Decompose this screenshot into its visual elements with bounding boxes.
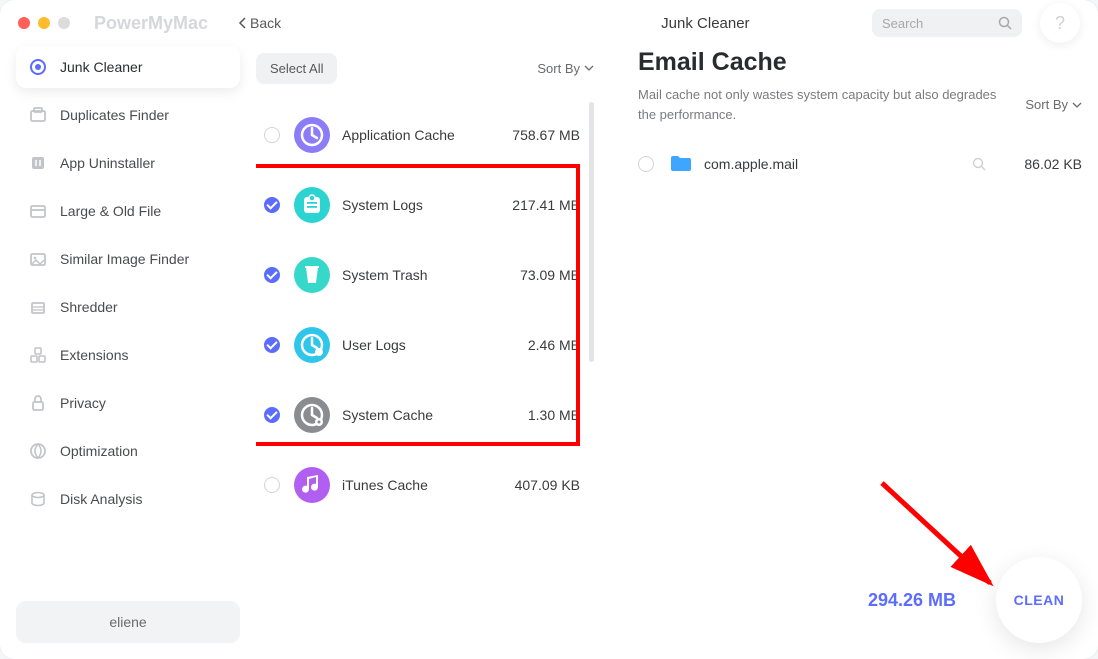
reveal-icon[interactable]: [972, 157, 986, 171]
category-panel: Select All Sort By Application Cache758.…: [240, 46, 594, 643]
clean-button[interactable]: CLEAN: [996, 557, 1082, 643]
category-size: 217.41 MB: [512, 197, 580, 213]
category-row[interactable]: System Cache1.30 MB: [256, 380, 594, 450]
chevron-down-icon: [1072, 102, 1082, 108]
sidebar-icon: [28, 57, 48, 77]
category-row[interactable]: User Logs2.46 MB: [256, 310, 594, 380]
sidebar-item-label: App Uninstaller: [60, 155, 155, 171]
category-row[interactable]: System Trash73.09 MB: [256, 240, 594, 310]
category-icon: [294, 187, 330, 223]
select-all-button[interactable]: Select All: [256, 53, 337, 84]
sidebar-item-label: Optimization: [60, 443, 138, 459]
category-size: 2.46 MB: [528, 337, 580, 353]
sidebar-item-duplicates-finder[interactable]: Duplicates Finder: [16, 94, 240, 136]
sidebar-icon: [28, 441, 48, 461]
sidebar-item-similar-image-finder[interactable]: Similar Image Finder: [16, 238, 240, 280]
category-icon: [294, 467, 330, 503]
sidebar-item-label: Disk Analysis: [60, 491, 142, 507]
search-icon: [998, 16, 1012, 30]
sidebar-item-optimization[interactable]: Optimization: [16, 430, 240, 472]
sidebar-icon: [28, 201, 48, 221]
category-size: 73.09 MB: [520, 267, 580, 283]
sidebar-user[interactable]: eliene: [16, 601, 240, 643]
category-icon: [294, 327, 330, 363]
checkbox[interactable]: [264, 267, 280, 283]
minimize-window-button[interactable]: [38, 17, 50, 29]
sidebar-item-label: Large & Old File: [60, 203, 161, 219]
sidebar-item-label: Duplicates Finder: [60, 107, 169, 123]
category-name: iTunes Cache: [342, 477, 515, 493]
sidebar-icon: [28, 105, 48, 125]
checkbox[interactable]: [264, 477, 280, 493]
sidebar-item-large-old-file[interactable]: Large & Old File: [16, 190, 240, 232]
category-icon: [294, 257, 330, 293]
category-name: System Logs: [342, 197, 512, 213]
checkbox[interactable]: [264, 197, 280, 213]
sidebar-icon: [28, 345, 48, 365]
category-size: 1.30 MB: [528, 407, 580, 423]
titlebar: PowerMyMac Back Junk Cleaner Search ?: [0, 0, 1098, 46]
category-row[interactable]: iTunes Cache407.09 KB: [256, 450, 594, 520]
sidebar-icon: [28, 297, 48, 317]
zoom-window-button[interactable]: [58, 17, 70, 29]
category-icon: [294, 397, 330, 433]
category-size: 407.09 KB: [515, 477, 580, 493]
sidebar-item-label: Similar Image Finder: [60, 251, 189, 267]
sidebar-icon: [28, 153, 48, 173]
detail-description: Mail cache not only wastes system capaci…: [638, 85, 998, 124]
sort-by-dropdown[interactable]: Sort By: [537, 61, 594, 76]
module-title: Junk Cleaner: [661, 15, 749, 32]
sidebar: Junk Cleaner Duplicates Finder App Uninsta…: [16, 46, 240, 643]
checkbox[interactable]: [264, 127, 280, 143]
sidebar-item-privacy[interactable]: Privacy: [16, 382, 240, 424]
detail-panel: Email Cache Mail cache not only wastes s…: [594, 46, 1082, 643]
total-size: 294.26 MB: [868, 590, 956, 611]
sidebar-item-extensions[interactable]: Extensions: [16, 334, 240, 376]
checkbox[interactable]: [264, 337, 280, 353]
checkbox[interactable]: [264, 407, 280, 423]
category-name: User Logs: [342, 337, 528, 353]
category-size: 758.67 MB: [512, 127, 580, 143]
close-window-button[interactable]: [18, 17, 30, 29]
sidebar-item-label: Extensions: [60, 347, 128, 363]
folder-icon: [670, 155, 692, 173]
category-row[interactable]: Application Cache758.67 MB: [256, 100, 594, 170]
detail-item-size: 86.02 KB: [1010, 156, 1082, 172]
sidebar-item-disk-analysis[interactable]: Disk Analysis: [16, 478, 240, 520]
detail-title: Email Cache: [638, 48, 1082, 77]
sidebar-item-label: Shredder: [60, 299, 118, 315]
detail-row[interactable]: com.apple.mail 86.02 KB: [638, 144, 1082, 184]
sidebar-icon: [28, 489, 48, 509]
app-window: PowerMyMac Back Junk Cleaner Search ? Ju…: [0, 0, 1098, 659]
category-icon: [294, 117, 330, 153]
category-name: System Trash: [342, 267, 520, 283]
traffic-lights: [18, 17, 70, 29]
chevron-down-icon: [584, 65, 594, 71]
sidebar-item-junk-cleaner[interactable]: Junk Cleaner: [16, 46, 240, 88]
sidebar-item-shredder[interactable]: Shredder: [16, 286, 240, 328]
sidebar-item-app-uninstaller[interactable]: App Uninstaller: [16, 142, 240, 184]
detail-item-name: com.apple.mail: [704, 156, 972, 172]
help-button[interactable]: ?: [1040, 3, 1080, 43]
detail-sort-by-dropdown[interactable]: Sort By: [1025, 97, 1082, 112]
back-button[interactable]: Back: [238, 15, 281, 31]
sidebar-icon: [28, 393, 48, 413]
chevron-left-icon: [238, 17, 246, 29]
sidebar-icon: [28, 249, 48, 269]
category-name: System Cache: [342, 407, 528, 423]
checkbox[interactable]: [638, 156, 654, 172]
app-name: PowerMyMac: [94, 13, 208, 34]
category-name: Application Cache: [342, 127, 512, 143]
sidebar-item-label: Privacy: [60, 395, 106, 411]
sidebar-item-label: Junk Cleaner: [60, 59, 143, 75]
search-input[interactable]: Search: [872, 9, 1022, 37]
category-row[interactable]: System Logs217.41 MB: [256, 170, 594, 240]
